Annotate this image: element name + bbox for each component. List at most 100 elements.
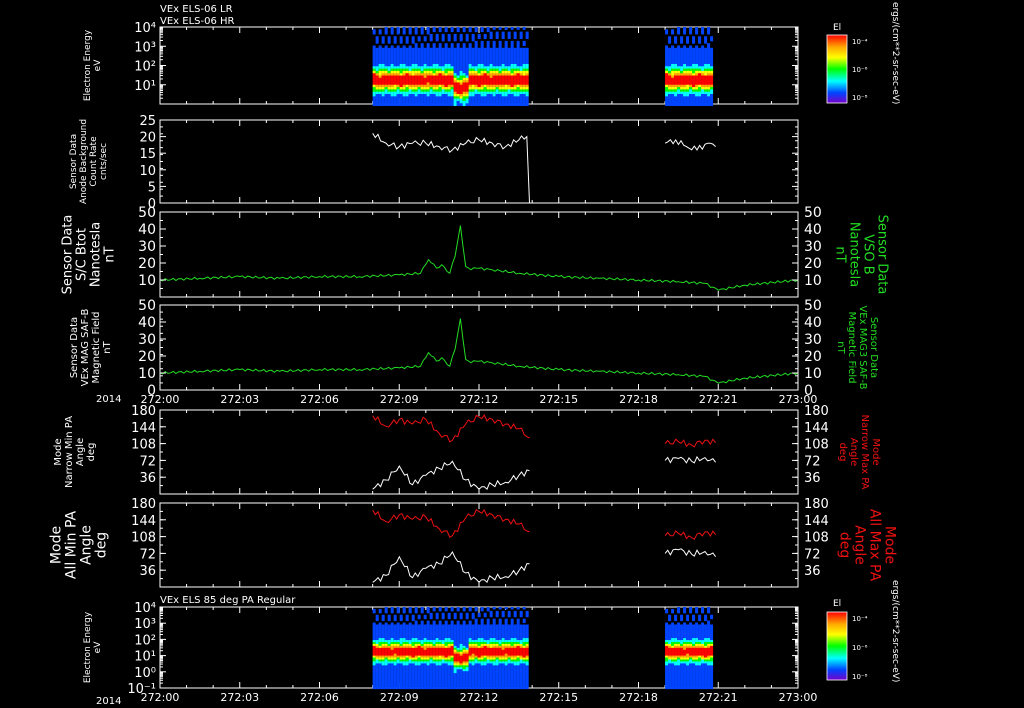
heat-cell xyxy=(686,40,690,44)
panel-6-ytick-label: 144 xyxy=(131,514,156,529)
heat-cell xyxy=(384,31,388,35)
heat-cell xyxy=(450,103,454,107)
heat-cell xyxy=(432,29,436,33)
heat-cell xyxy=(372,686,376,690)
panel7-title: VEx ELS 85 deg PA Regular xyxy=(160,595,296,606)
panel-5-series-4 xyxy=(664,455,716,464)
heat-cell xyxy=(420,103,424,107)
panel-4-ytick-label-right: 50 xyxy=(804,298,822,314)
colorbar-top-label: El xyxy=(833,23,841,33)
panel-4-ytick-label-right: 40 xyxy=(804,315,822,331)
heat-cell xyxy=(671,103,675,107)
panel-1-heat-segment-2 xyxy=(665,27,714,107)
heat-cell xyxy=(372,31,376,35)
panel-1-heat-segment-1 xyxy=(372,27,529,107)
heat-cell xyxy=(468,103,472,107)
heat-cell xyxy=(459,103,463,107)
heat-cell xyxy=(483,686,487,690)
heat-cell xyxy=(444,29,448,33)
heat-cell xyxy=(525,614,529,618)
panel-4-ytick-label: 30 xyxy=(138,332,156,348)
heat-cell xyxy=(420,686,424,690)
heat-cell xyxy=(674,686,678,690)
heat-cell xyxy=(405,686,409,690)
heat-cell xyxy=(417,38,421,42)
heat-cell xyxy=(495,36,499,40)
heat-cell xyxy=(417,616,421,620)
heat-cell xyxy=(456,29,460,33)
heat-cell xyxy=(480,103,484,107)
panel-2-frame xyxy=(159,119,799,204)
heat-cell xyxy=(444,608,448,612)
heat-cell xyxy=(447,686,451,690)
heat-cell xyxy=(486,103,490,107)
heat-cell xyxy=(692,686,696,690)
heat-cell xyxy=(495,686,499,690)
heat-cell xyxy=(477,686,481,690)
heat-cell xyxy=(495,614,499,618)
panel-5-series-1 xyxy=(372,414,530,443)
heat-cell xyxy=(468,686,472,690)
heat-cell xyxy=(471,616,475,620)
heat-cell xyxy=(438,29,442,33)
heat-cell xyxy=(447,616,451,620)
heat-cell xyxy=(426,610,430,614)
heat-cell xyxy=(498,27,502,30)
heat-cell xyxy=(671,610,675,614)
heat-cell xyxy=(426,686,430,690)
heat-cell xyxy=(447,38,451,42)
heat-cell xyxy=(462,29,466,33)
heat-cell xyxy=(387,40,391,44)
heat-cell xyxy=(492,607,496,610)
panel-6-ytick-label: 36 xyxy=(139,564,156,579)
heat-cell xyxy=(519,103,523,107)
heat-cell xyxy=(492,103,496,107)
panel-6-ytick-label-right: 180 xyxy=(804,497,829,512)
heat-cell xyxy=(471,686,475,690)
heat-cell xyxy=(510,103,514,107)
panel-3-ytick-label-right: 10 xyxy=(804,273,822,289)
heat-cell xyxy=(375,618,379,622)
heat-cell xyxy=(704,103,708,107)
heat-cell xyxy=(450,608,454,612)
heat-cell xyxy=(438,686,442,690)
heat-cell xyxy=(468,29,472,33)
panel-6-ytick-label: 108 xyxy=(131,531,156,546)
heat-cell xyxy=(522,43,526,46)
heat-cell xyxy=(501,686,505,690)
heat-cell xyxy=(408,686,412,690)
heat-cell xyxy=(486,608,490,612)
heat-cell xyxy=(396,686,400,690)
heat-cell xyxy=(402,103,406,107)
panel-3-ytick-label: 10 xyxy=(138,273,156,289)
panel-5-series-3 xyxy=(664,438,716,448)
heat-cell xyxy=(489,103,493,107)
panel-6-ytick-label-right: 108 xyxy=(804,531,829,546)
heat-cell xyxy=(375,40,379,44)
heat-cell xyxy=(698,40,702,44)
colorbar-bottom-tick-1: 10⁻⁴ xyxy=(852,615,868,623)
heat-cell xyxy=(513,614,517,618)
heat-cell xyxy=(665,610,669,614)
heat-cell xyxy=(668,618,672,622)
heat-cell xyxy=(390,103,394,107)
heat-cell xyxy=(692,40,696,44)
heat-cell xyxy=(405,40,409,44)
panel-2-ytick-label: 5 xyxy=(148,180,156,195)
heat-cell xyxy=(680,618,684,622)
heat-cell xyxy=(522,27,526,30)
heat-cell xyxy=(504,103,508,107)
heat-cell xyxy=(695,686,699,690)
panel-7-heat-segment-2 xyxy=(665,607,714,690)
heat-cell xyxy=(492,686,496,690)
panel-4-frame xyxy=(159,304,799,391)
panel-3-ytick-label-right: 20 xyxy=(804,256,822,272)
heat-cell xyxy=(387,686,391,690)
heat-cell xyxy=(492,27,496,30)
panel-1-ytick-label: 10² xyxy=(134,60,156,75)
heat-cell xyxy=(483,614,487,618)
panel-5-frame xyxy=(159,409,799,495)
heat-cell xyxy=(525,36,529,40)
panel-5-ytick-label-right: 144 xyxy=(804,421,829,436)
panel-3-ytick-label: 20 xyxy=(138,256,156,272)
